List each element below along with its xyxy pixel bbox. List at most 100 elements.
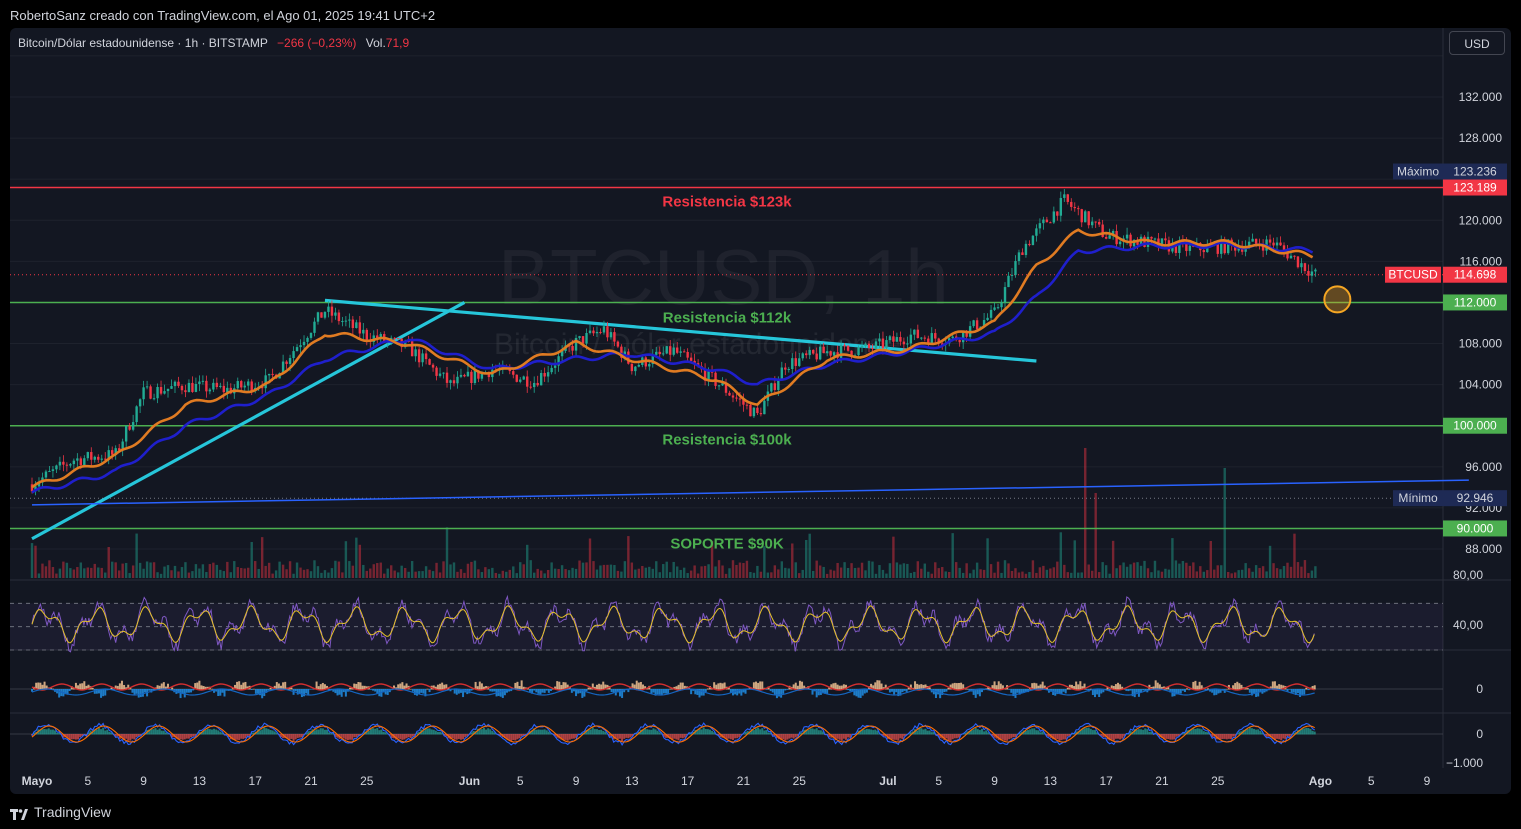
volume-bar (630, 562, 634, 578)
momentum-bar (665, 689, 668, 694)
price-tag-text: Máximo (1397, 165, 1439, 179)
momentum-bar (796, 685, 799, 690)
macd-histogram-bar (238, 734, 241, 741)
currency-button[interactable]: USD (1449, 31, 1505, 55)
volume-bar (658, 572, 661, 578)
candle-body (51, 469, 55, 472)
candle-body (201, 380, 205, 382)
candle-body (585, 333, 588, 344)
candle-body (906, 343, 909, 345)
volume-bar (1254, 565, 1258, 578)
momentum-bar (562, 682, 565, 690)
y-tick-label: 132.000 (1459, 90, 1503, 104)
macd-histogram-bar (844, 734, 847, 740)
candle-body (1070, 201, 1073, 207)
volume-bar (184, 562, 187, 578)
volume-bar (44, 566, 48, 578)
x-tick-label: 25 (1211, 774, 1225, 788)
macd-histogram-bar (1121, 734, 1124, 739)
candle-body (1014, 261, 1017, 275)
chart-svg[interactable]: BTCUSD, 1h Bitcoin / Dólar estadounidens… (10, 28, 1511, 794)
candle-body (1052, 211, 1056, 223)
volume-bars (30, 448, 1317, 578)
macd-histogram-bar (1146, 729, 1149, 735)
volume-bar (686, 573, 689, 578)
volume-bar (121, 563, 124, 578)
macd-histogram-bar (656, 730, 659, 735)
macd-histogram-bar (1204, 731, 1207, 735)
volume-bar (1244, 563, 1247, 578)
momentum-bar (441, 682, 444, 690)
candle-body (410, 341, 414, 357)
candle-body (1035, 228, 1038, 236)
volume-bar (989, 564, 993, 578)
volume-bar (1286, 562, 1289, 578)
macd-histogram-bar (355, 734, 358, 738)
candle-body (128, 425, 131, 430)
momentum-bar (780, 689, 783, 698)
macd-histogram-bar (244, 734, 247, 739)
macd-histogram-bar (679, 734, 682, 738)
macd-histogram-bar (595, 729, 598, 735)
volume-bar (170, 570, 173, 578)
candle-body (417, 349, 421, 363)
candle-body (986, 317, 989, 321)
momentum-bar (219, 689, 222, 696)
macd-histogram-bar (47, 728, 50, 735)
volume-bar (885, 573, 888, 578)
macd-histogram-bar (874, 729, 877, 735)
y-tick-label: 104.000 (1459, 378, 1503, 392)
chart-frame[interactable]: BTCUSD, 1h Bitcoin / Dólar estadounidens… (10, 28, 1511, 794)
volume-bar (707, 564, 710, 578)
momentum-bar (493, 689, 496, 692)
momentum-bar (558, 681, 561, 690)
volume-bar (69, 568, 72, 578)
volume-bar (655, 561, 658, 578)
macd-histogram-bar (788, 734, 791, 739)
macd-histogram-bar (97, 727, 100, 735)
macd-histogram-bar (1167, 734, 1170, 740)
macd-histogram-bar (1089, 728, 1092, 735)
candle-body (72, 460, 76, 465)
momentum-bar (470, 689, 473, 691)
x-tick-label: 21 (737, 774, 751, 788)
volume-bar (836, 562, 839, 578)
volume-bar (679, 569, 682, 578)
macd-histogram-bar (759, 729, 762, 735)
macd-histogram-bar (1175, 734, 1178, 737)
volume-bar (864, 570, 867, 578)
x-tick-label: Jul (879, 774, 896, 788)
volume-bar (1275, 568, 1279, 578)
momentum-bar (309, 689, 312, 690)
candle-body (1251, 238, 1254, 242)
momentum-bar (338, 689, 341, 695)
momentum-bar (547, 689, 550, 693)
candle-body (351, 319, 355, 328)
macd-histogram-bar (315, 729, 318, 735)
volume-bar (1021, 571, 1024, 578)
volume-bar (501, 570, 505, 578)
volume-bar (1104, 565, 1108, 578)
price-tag-text: 123.189 (1453, 181, 1497, 195)
momentum-bar (978, 689, 981, 697)
volume-bar (557, 569, 560, 578)
volume-bar (958, 567, 961, 578)
momentum-bar (1271, 681, 1274, 690)
candle-body (1146, 236, 1150, 247)
momentum-bar (1077, 684, 1080, 690)
volume-bar (1049, 568, 1052, 578)
macd-histogram-bar (108, 731, 111, 735)
momentum-bar (1248, 689, 1251, 693)
macd-histogram-bar (95, 729, 98, 735)
candle-body (630, 363, 634, 372)
candle-body (930, 333, 933, 345)
volume-bar (672, 561, 675, 578)
momentum-bar (210, 688, 213, 690)
volume-bar (37, 573, 41, 578)
volume-bar (881, 569, 885, 578)
momentum-bar (637, 682, 640, 690)
macd-histogram-bar (543, 729, 546, 735)
macd-histogram-bar (792, 734, 795, 739)
momentum-bar (300, 689, 303, 698)
candle-body (832, 352, 836, 356)
